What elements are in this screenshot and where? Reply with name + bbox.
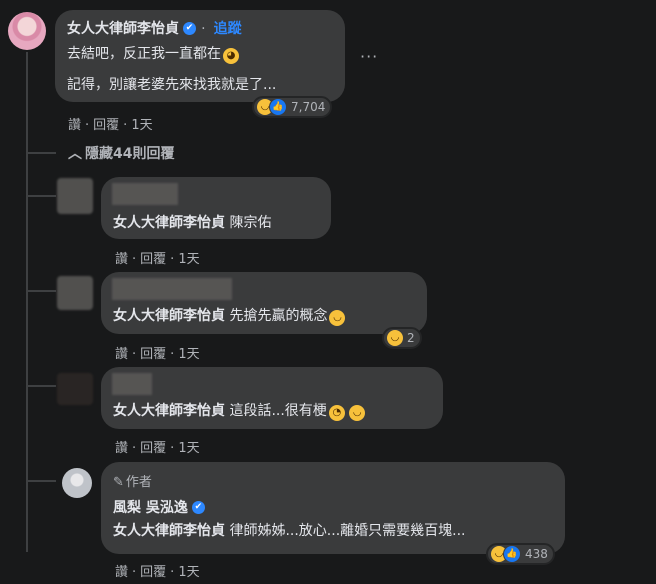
timestamp[interactable]: 1天 — [131, 118, 152, 133]
comment-author[interactable]: 女人大律師李怡貞 — [67, 21, 179, 37]
follow-button[interactable]: 追蹤 — [214, 21, 242, 37]
comment-actions: 讚 · 回覆 · 1天 — [68, 114, 157, 133]
thread-connector — [26, 290, 56, 292]
avatar[interactable] — [57, 373, 93, 405]
thread-line — [26, 52, 28, 552]
thinking-emoji-icon: ◔ — [328, 405, 345, 421]
dot: · — [132, 441, 137, 456]
dot: · — [132, 347, 137, 362]
reply-text: 陳宗佑 — [229, 215, 272, 231]
reaction-count: 438 — [525, 547, 548, 561]
reply-text: 先搶先贏的概念 — [229, 308, 328, 324]
reply-actions: 讚 · 回覆 · 1天 — [115, 561, 204, 580]
mention-link[interactable]: 女人大律師李怡貞 — [113, 403, 225, 419]
laughing-emoji-icon: ◡ — [329, 310, 346, 326]
reply-actions: 讚 · 回覆 · 1天 — [115, 343, 204, 362]
like-action[interactable]: 讚 — [115, 565, 128, 580]
comment-text-line2: 記得，別讓老婆先來找我就是了... — [67, 77, 277, 93]
author-badge: ✎ 作者 — [113, 471, 152, 490]
dot: · — [170, 252, 175, 267]
like-action[interactable]: 讚 — [68, 118, 81, 133]
reply-bubble: 女人大律師李怡貞 陳宗佑 — [101, 177, 331, 239]
reply-text: 這段話...很有梗 — [229, 403, 327, 419]
reply-bubble: ✎ 作者 風梨 吳泓逸 ✔ 女人大律師李怡貞 律師姊姊...放心...離婚只需要幾百… — [101, 462, 565, 554]
reply-text: 律師姊姊...放心...離婚只需要幾百塊... — [229, 523, 466, 539]
thread-connector — [26, 385, 56, 387]
timestamp[interactable]: 1天 — [178, 252, 199, 267]
smile-emoji-icon: ◡ — [349, 405, 366, 421]
haha-reaction-icon: ◡ — [387, 330, 403, 346]
verified-badge-icon: ✔ — [183, 22, 196, 35]
dot: · — [170, 441, 175, 456]
reply-action[interactable]: 回覆 — [93, 118, 119, 133]
blurred-author-name — [112, 278, 232, 300]
reply-author-line: 風梨 吳泓逸 ✔ — [113, 497, 205, 517]
reaction-count: 7,704 — [291, 100, 326, 114]
reply-actions: 讚 · 回覆 · 1天 — [115, 437, 204, 456]
more-options-icon[interactable]: ··· — [360, 47, 378, 66]
dot: · — [132, 252, 137, 267]
mention-link[interactable]: 女人大律師李怡貞 — [113, 308, 225, 324]
reply-actions: 讚 · 回覆 · 1天 — [115, 248, 204, 267]
reaction-summary[interactable]: ◡ 👍 438 — [486, 543, 555, 565]
timestamp[interactable]: 1天 — [178, 347, 199, 362]
reply-author[interactable]: 風梨 吳泓逸 — [113, 500, 188, 516]
reply-action[interactable]: 回覆 — [140, 441, 166, 456]
dot: · — [85, 118, 90, 133]
reply-bubble: 女人大律師李怡貞 這段話...很有梗 ◔ ◡ — [101, 367, 443, 429]
timestamp[interactable]: 1天 — [178, 441, 199, 456]
main-comment-bubble: 女人大律師李怡貞 ✔ · 追蹤 去結吧，反正我一直都在 ◕ 記得，別讓老婆先來找我就… — [55, 10, 345, 102]
hide-replies-button[interactable]: ︿ 隱藏44則回覆 — [68, 143, 174, 163]
timestamp[interactable]: 1天 — [178, 565, 199, 580]
reply-text-line: 女人大律師李怡貞 先搶先贏的概念 ◡ — [113, 305, 346, 326]
like-reaction-icon: 👍 — [269, 98, 287, 116]
hide-replies-label: 隱藏44則回覆 — [85, 146, 175, 162]
mention-link[interactable]: 女人大律師李怡貞 — [113, 215, 225, 231]
thread-connector — [26, 195, 56, 197]
mention-link[interactable]: 女人大律師李怡貞 — [113, 523, 225, 539]
dot: · — [123, 118, 128, 133]
reaction-summary[interactable]: ◡ 2 — [382, 327, 422, 349]
like-action[interactable]: 讚 — [115, 441, 128, 456]
avatar[interactable] — [57, 178, 93, 214]
verified-badge-icon: ✔ — [191, 501, 205, 514]
thread-connector — [26, 152, 56, 154]
comment-header: 女人大律師李怡貞 ✔ · 追蹤 — [67, 18, 242, 38]
reply-text-line: 女人大律師李怡貞 這段話...很有梗 ◔ ◡ — [113, 400, 366, 421]
reaction-count: 2 — [407, 331, 415, 345]
chevron-up-icon: ︿ — [68, 146, 82, 162]
blurred-author-name — [112, 183, 178, 205]
dot: · — [170, 565, 175, 580]
dot: · — [132, 565, 137, 580]
comment-text-line1: 去結吧，反正我一直都在 ◕ — [67, 43, 239, 64]
author-badge-label: 作者 — [125, 475, 152, 490]
reply-bubble: 女人大律師李怡貞 先搶先贏的概念 ◡ — [101, 272, 427, 334]
pencil-icon: ✎ — [113, 475, 124, 490]
like-action[interactable]: 讚 — [115, 347, 128, 362]
dot: · — [170, 347, 175, 362]
avatar[interactable] — [57, 276, 93, 310]
thread-connector — [26, 480, 56, 482]
smirk-emoji-icon: ◕ — [223, 48, 239, 64]
avatar[interactable] — [62, 468, 92, 498]
comment-text: 去結吧，反正我一直都在 — [67, 46, 221, 62]
reply-action[interactable]: 回覆 — [140, 347, 166, 362]
reply-action[interactable]: 回覆 — [140, 252, 166, 267]
separator-dot: · — [201, 21, 206, 37]
reaction-summary[interactable]: ◡ 👍 7,704 — [252, 96, 333, 118]
avatar[interactable] — [8, 12, 46, 50]
reply-text-line: 女人大律師李怡貞 律師姊姊...放心...離婚只需要幾百塊... — [113, 520, 466, 540]
reply-action[interactable]: 回覆 — [140, 565, 166, 580]
like-reaction-icon: 👍 — [503, 545, 521, 563]
blurred-author-name — [112, 373, 152, 395]
reply-text-line: 女人大律師李怡貞 陳宗佑 — [113, 212, 271, 232]
like-action[interactable]: 讚 — [115, 252, 128, 267]
